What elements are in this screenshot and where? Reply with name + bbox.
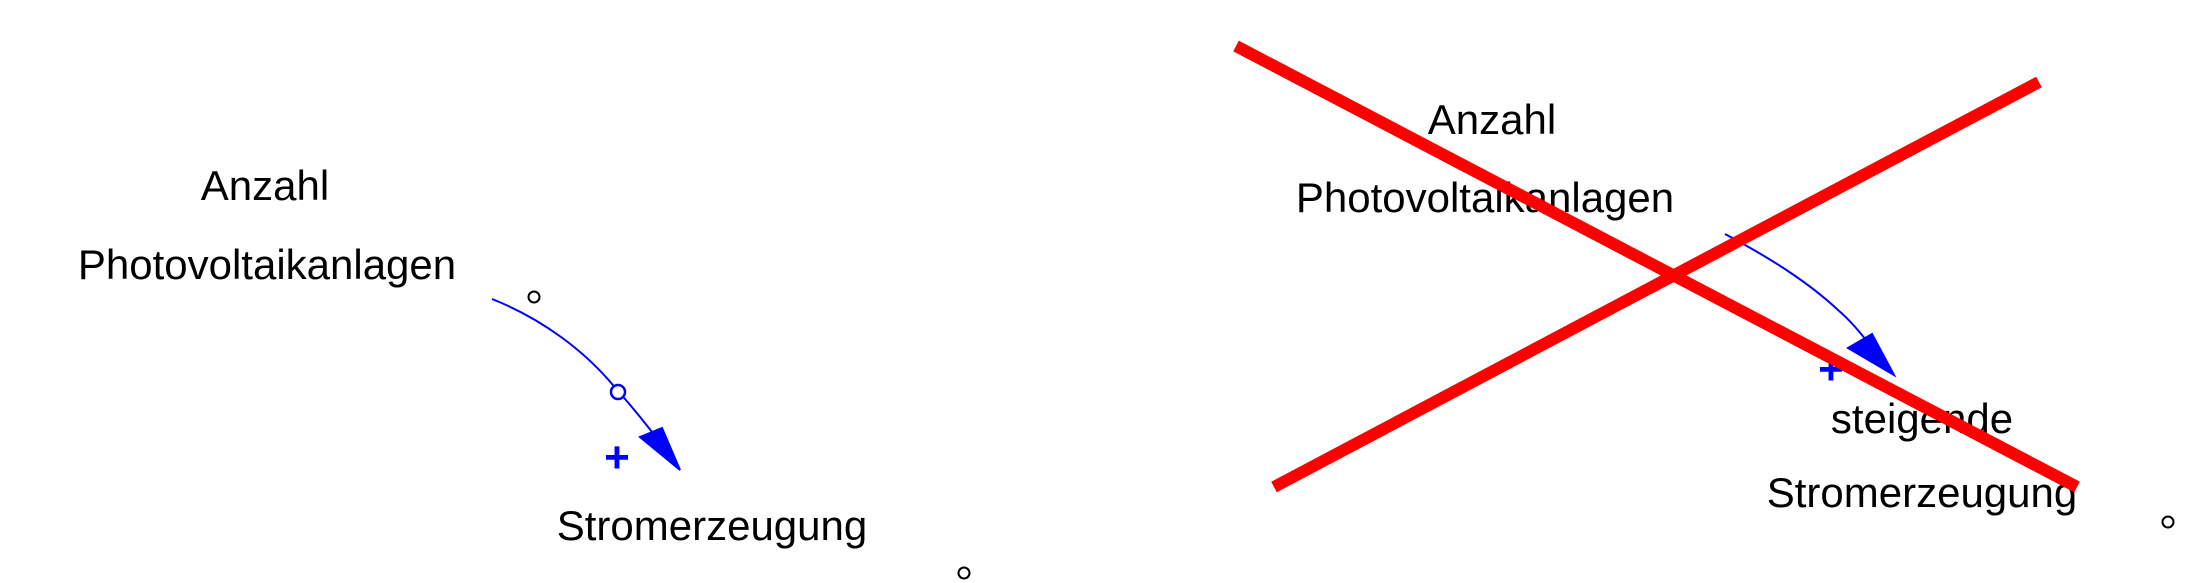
left-causal-diagram: Anzahl Photovoltaikanlagen + Stromerzeug… bbox=[78, 162, 971, 580]
right-causal-diagram: Anzahl Photovoltaikanlagen + steigende S… bbox=[1233, 40, 2175, 529]
right-cross-out-mark bbox=[1233, 40, 2080, 493]
left-source-node[interactable]: Anzahl Photovoltaikanlagen bbox=[78, 162, 541, 304]
left-causal-link[interactable]: + bbox=[491, 298, 681, 482]
cross-out-stroke-descending bbox=[1233, 40, 2080, 493]
left-source-label-line1: Anzahl bbox=[201, 162, 329, 209]
right-source-label-line1: Anzahl bbox=[1428, 96, 1556, 143]
left-source-handle[interactable] bbox=[527, 290, 541, 304]
left-target-handle[interactable] bbox=[957, 566, 971, 580]
right-target-handle[interactable] bbox=[2161, 515, 2175, 529]
right-source-node[interactable]: Anzahl Photovoltaikanlagen bbox=[1296, 96, 1674, 221]
right-link-curve[interactable] bbox=[1724, 233, 1871, 346]
right-target-label-line2: Stromerzeugung bbox=[1767, 469, 2078, 516]
diagram-canvas: Anzahl Photovoltaikanlagen + Stromerzeug… bbox=[78, 40, 2175, 580]
left-link-midpoint-handle[interactable] bbox=[609, 383, 627, 401]
right-target-node[interactable]: steigende Stromerzeugung bbox=[1767, 395, 2175, 529]
left-link-arrowhead bbox=[638, 426, 681, 471]
left-target-label: Stromerzeugung bbox=[557, 502, 868, 549]
left-link-polarity: + bbox=[604, 433, 630, 482]
left-target-node[interactable]: Stromerzeugung bbox=[557, 502, 971, 580]
left-source-label-line2: Photovoltaikanlagen bbox=[78, 241, 456, 288]
left-link-curve[interactable] bbox=[491, 298, 668, 451]
